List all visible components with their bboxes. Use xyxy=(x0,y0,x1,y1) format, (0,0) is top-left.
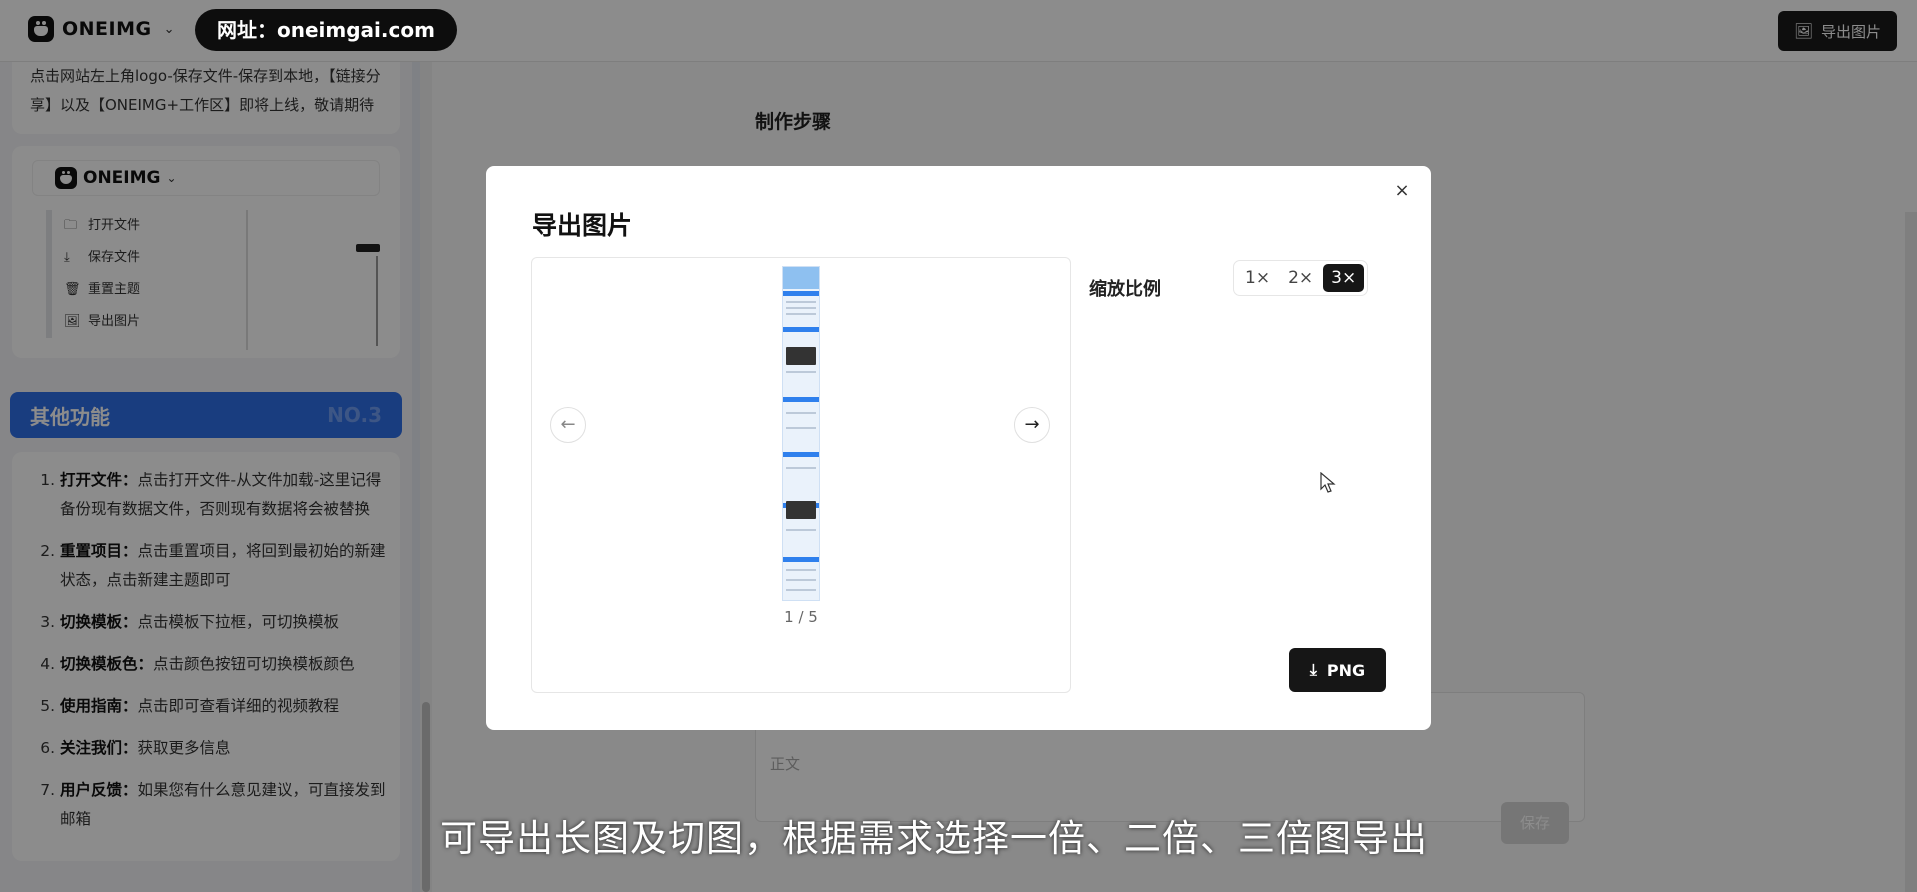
video-subtitle: 可导出长图及切图，根据需求选择一倍、二倍、三倍图导出 xyxy=(440,817,1428,860)
scale-label: 缩放比例 xyxy=(1089,279,1161,300)
thumb-text xyxy=(786,301,816,303)
mouse-cursor-icon xyxy=(1320,472,1336,493)
thumb-band xyxy=(783,327,819,332)
thumb-band xyxy=(783,452,819,457)
scale-option-1x[interactable]: 1× xyxy=(1237,264,1278,292)
download-icon: ⤓ xyxy=(1309,660,1317,679)
thumb-text xyxy=(786,467,816,469)
download-png-button[interactable]: ⤓ PNG xyxy=(1289,648,1386,692)
url-banner: 网址：oneimgai.com xyxy=(195,9,457,51)
arrow-left-icon: ← xyxy=(560,414,576,435)
thumb-block xyxy=(786,347,816,365)
export-image-dialog: 导出图片 × 1 / 5 ← → 缩放比例 1× 2× 3× ⤓ PNG xyxy=(486,166,1431,730)
thumb-text xyxy=(786,589,816,591)
thumb-text xyxy=(786,427,816,429)
scale-option-3x[interactable]: 3× xyxy=(1323,264,1365,292)
thumb-band xyxy=(783,397,819,402)
thumb-text xyxy=(786,313,816,315)
scale-selector: 1× 2× 3× xyxy=(1233,260,1369,296)
thumb-block xyxy=(786,501,816,519)
prev-page-button[interactable]: ← xyxy=(550,407,586,443)
thumb-header xyxy=(783,267,819,289)
page-counter: 1 / 5 xyxy=(784,608,818,626)
scale-option-2x[interactable]: 2× xyxy=(1280,264,1321,292)
next-page-button[interactable]: → xyxy=(1014,407,1050,443)
thumb-text xyxy=(786,569,816,571)
thumb-text xyxy=(786,307,816,309)
download-png-label: PNG xyxy=(1326,660,1366,680)
thumb-text xyxy=(786,412,816,414)
close-icon[interactable]: × xyxy=(1391,180,1413,202)
dialog-title: 导出图片 xyxy=(532,211,633,240)
thumb-text xyxy=(786,579,816,581)
thumb-text xyxy=(786,371,816,373)
thumb-band xyxy=(783,291,819,296)
preview-panel: 1 / 5 ← → xyxy=(531,257,1071,693)
arrow-right-icon: → xyxy=(1024,414,1040,435)
thumb-band xyxy=(783,557,819,562)
long-image-thumbnail xyxy=(782,266,820,601)
thumb-text xyxy=(786,529,816,531)
